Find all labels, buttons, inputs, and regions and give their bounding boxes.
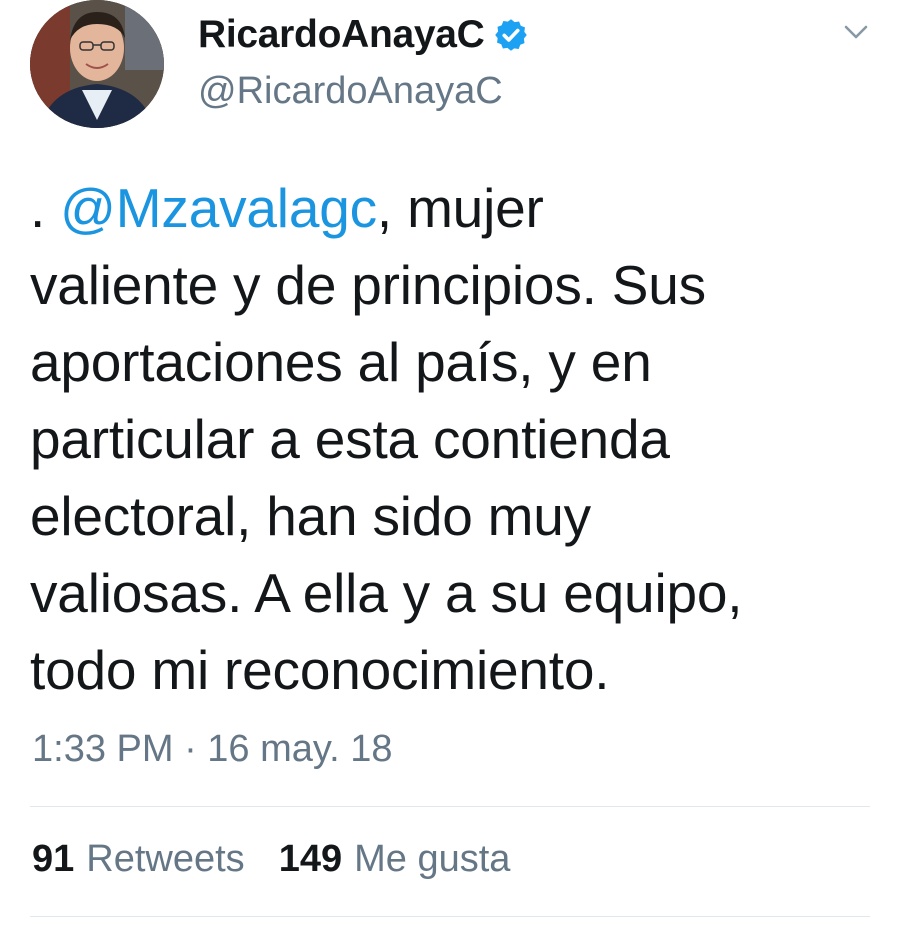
tweet-card: RicardoAnayaC @RicardoAnayaC . @Mzavalag…: [0, 0, 900, 931]
likes-label: Me gusta: [354, 838, 511, 880]
likes-count: 149: [278, 838, 343, 880]
retweets-count: 91: [32, 838, 75, 880]
tweet-text-line-4: particular a esta contienda: [30, 408, 670, 470]
divider: [30, 916, 870, 917]
retweets-label: Retweets: [86, 838, 245, 880]
verified-badge-icon: [493, 17, 529, 53]
tweet-timestamp[interactable]: 1:33 PM · 16 may. 18: [32, 728, 392, 771]
tweet-text-line-5: electoral, han sido muy: [30, 485, 591, 547]
avatar[interactable]: [30, 0, 164, 128]
mention-link[interactable]: @Mzavalagc: [60, 177, 377, 239]
tweet-stats: 91 Retweets 149 Me gusta: [32, 838, 544, 881]
tweet-text: . @Mzavalagc, mujer valiente y de princi…: [30, 170, 830, 709]
tweet-text-line-2: valiente y de principios. Sus: [30, 254, 706, 316]
retweets-stat[interactable]: 91 Retweets: [32, 838, 245, 881]
profile-photo-image: [30, 0, 164, 128]
chevron-down-icon[interactable]: [840, 16, 872, 48]
tweet-text-line-7: todo mi reconocimiento.: [30, 639, 610, 701]
likes-stat[interactable]: 149 Me gusta: [279, 838, 511, 881]
text-prefix: .: [30, 177, 61, 239]
tweet-text-line-3: aportaciones al país, y en: [30, 331, 652, 393]
user-handle[interactable]: @RicardoAnayaC: [198, 70, 503, 113]
text-line1-rest: , mujer: [376, 177, 544, 239]
display-name-row: RicardoAnayaC: [198, 10, 529, 60]
divider: [30, 806, 870, 807]
tweet-text-line-1: . @Mzavalagc, mujer: [30, 170, 830, 247]
display-name[interactable]: RicardoAnayaC: [198, 13, 485, 57]
tweet-text-line-6: valiosas. A ella y a su equipo,: [30, 562, 743, 624]
